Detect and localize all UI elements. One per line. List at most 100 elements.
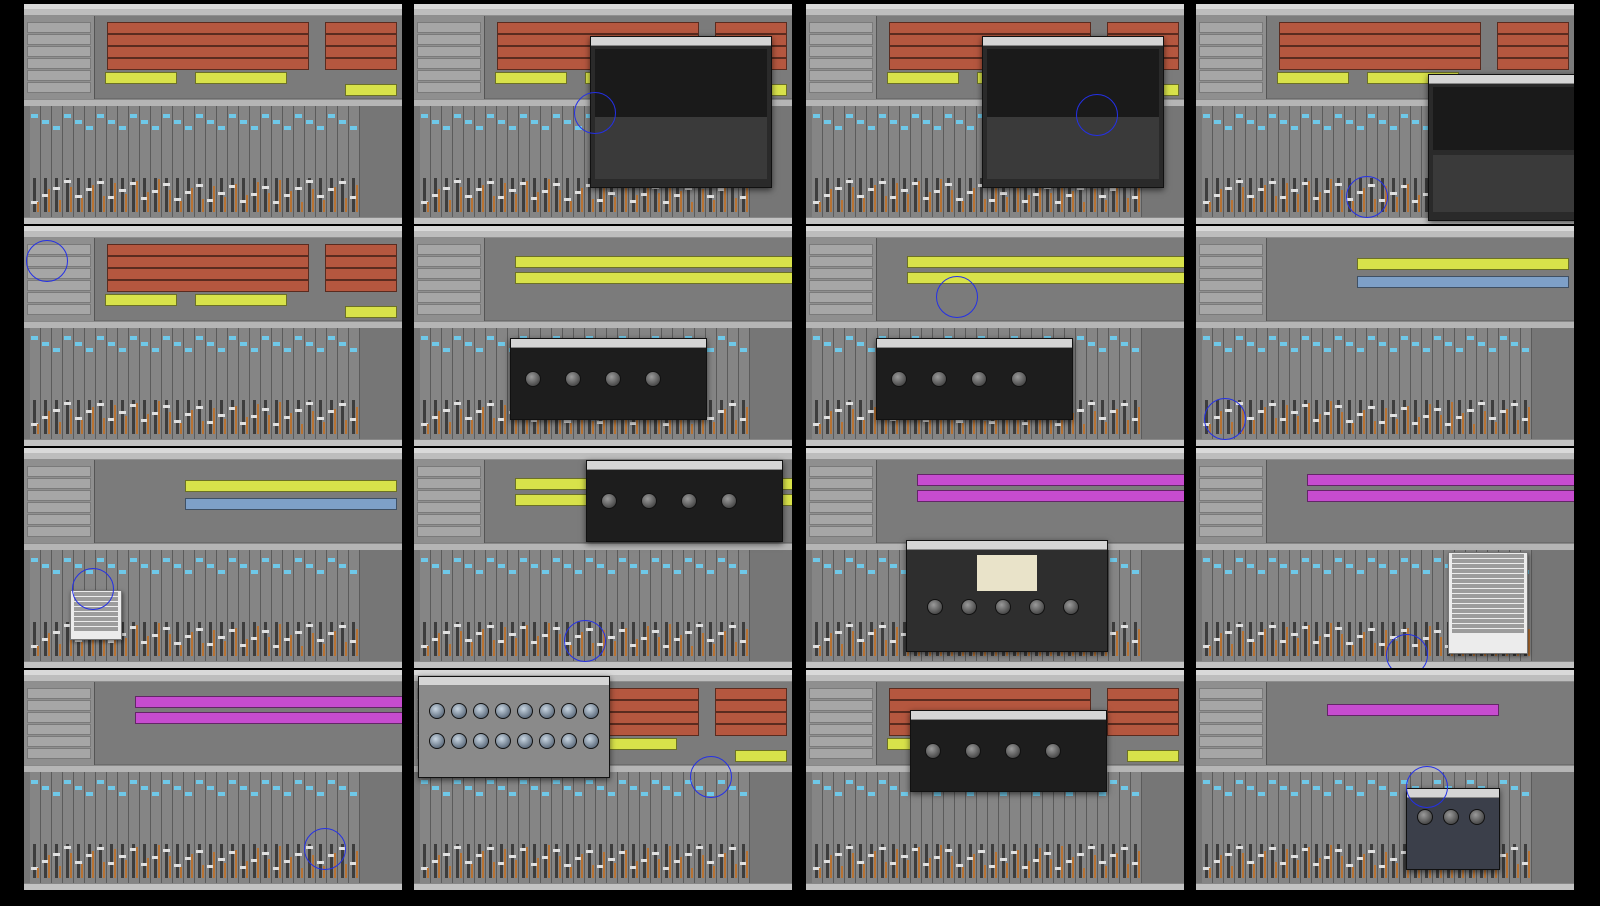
knob[interactable]: [1063, 599, 1079, 615]
knob[interactable]: [601, 493, 617, 509]
audio-region[interactable]: [325, 280, 397, 292]
insert-slot[interactable]: [1412, 342, 1419, 346]
fader-handle[interactable]: [262, 186, 269, 189]
plugin-header[interactable]: [587, 461, 782, 470]
insert-slot[interactable]: [53, 792, 60, 796]
audio-region[interactable]: [1497, 46, 1569, 58]
insert-slot[interactable]: [498, 342, 505, 346]
knob[interactable]: [561, 733, 577, 749]
insert-slot[interactable]: [1467, 780, 1474, 784]
menu-item[interactable]: [74, 617, 118, 621]
insert-slot[interactable]: [339, 786, 346, 790]
insert-slot[interactable]: [465, 120, 472, 124]
insert-slot[interactable]: [31, 114, 38, 118]
insert-slot[interactable]: [619, 780, 626, 784]
track-header[interactable]: [27, 712, 91, 723]
toolbar[interactable]: [806, 675, 1184, 682]
toolbar[interactable]: [24, 675, 402, 682]
insert-slot[interactable]: [1368, 558, 1375, 562]
fader-handle[interactable]: [1291, 411, 1298, 414]
insert-slot[interactable]: [1423, 570, 1430, 574]
insert-slot[interactable]: [846, 336, 853, 340]
track-header[interactable]: [809, 688, 873, 699]
insert-slot[interactable]: [196, 114, 203, 118]
insert-slot[interactable]: [1291, 126, 1298, 130]
plugin-window[interactable]: [586, 460, 783, 542]
insert-slot[interactable]: [108, 120, 115, 124]
insert-slot[interactable]: [207, 120, 214, 124]
track-header[interactable]: [809, 748, 873, 759]
track-header[interactable]: [809, 490, 873, 501]
audio-region[interactable]: [1307, 474, 1574, 486]
knob[interactable]: [1005, 743, 1021, 759]
fader-handle[interactable]: [218, 192, 225, 195]
fader-handle[interactable]: [443, 409, 450, 412]
fader-handle[interactable]: [1390, 414, 1397, 417]
audio-region[interactable]: [917, 474, 1184, 486]
toolbar[interactable]: [1196, 453, 1574, 460]
fader-handle[interactable]: [306, 402, 313, 405]
fader-handle[interactable]: [295, 187, 302, 190]
insert-slot[interactable]: [630, 564, 637, 568]
menu-item[interactable]: [1452, 579, 1524, 583]
insert-slot[interactable]: [1511, 786, 1518, 790]
track-header[interactable]: [417, 466, 481, 477]
insert-slot[interactable]: [42, 786, 49, 790]
insert-slot[interactable]: [934, 792, 941, 796]
fader-handle[interactable]: [1121, 625, 1128, 628]
track-header[interactable]: [417, 490, 481, 501]
insert-slot[interactable]: [1214, 564, 1221, 568]
insert-slot[interactable]: [1500, 336, 1507, 340]
insert-slot[interactable]: [956, 120, 963, 124]
insert-slot[interactable]: [240, 564, 247, 568]
insert-slot[interactable]: [163, 558, 170, 562]
toolbar[interactable]: [806, 453, 1184, 460]
fader-handle[interactable]: [846, 402, 853, 405]
insert-slot[interactable]: [350, 348, 357, 352]
knob[interactable]: [995, 599, 1011, 615]
track-header[interactable]: [1199, 46, 1263, 57]
track-header[interactable]: [27, 748, 91, 759]
insert-slot[interactable]: [1390, 792, 1397, 796]
insert-slot[interactable]: [1280, 342, 1287, 346]
insert-slot[interactable]: [487, 114, 494, 118]
insert-slot[interactable]: [1390, 126, 1397, 130]
track-header[interactable]: [417, 82, 481, 93]
track-header[interactable]: [27, 34, 91, 45]
insert-slot[interactable]: [1291, 348, 1298, 352]
fader-handle[interactable]: [64, 402, 71, 405]
fader-handle[interactable]: [978, 850, 985, 853]
audio-region[interactable]: [107, 244, 309, 256]
insert-slot[interactable]: [1099, 792, 1106, 796]
insert-slot[interactable]: [1522, 348, 1529, 352]
insert-slot[interactable]: [350, 792, 357, 796]
insert-slot[interactable]: [1357, 126, 1364, 130]
insert-slot[interactable]: [1302, 114, 1309, 118]
insert-slot[interactable]: [1203, 114, 1210, 118]
fader-handle[interactable]: [119, 411, 126, 414]
insert-slot[interactable]: [284, 348, 291, 352]
insert-slot[interactable]: [1066, 792, 1073, 796]
fader-handle[interactable]: [553, 183, 560, 186]
fader-handle[interactable]: [454, 624, 461, 627]
knob[interactable]: [721, 493, 737, 509]
insert-slot[interactable]: [262, 780, 269, 784]
insert-slot[interactable]: [1236, 558, 1243, 562]
fader-handle[interactable]: [163, 627, 170, 630]
insert-slot[interactable]: [273, 120, 280, 124]
insert-slot[interactable]: [1291, 570, 1298, 574]
track-header[interactable]: [417, 280, 481, 291]
fader-handle[interactable]: [1099, 417, 1106, 420]
insert-slot[interactable]: [740, 570, 747, 574]
audio-region[interactable]: [105, 72, 177, 84]
insert-slot[interactable]: [619, 558, 626, 562]
insert-slot[interactable]: [718, 558, 725, 562]
insert-slot[interactable]: [1214, 786, 1221, 790]
fader-handle[interactable]: [901, 189, 908, 192]
audio-region[interactable]: [107, 34, 309, 46]
insert-slot[interactable]: [174, 564, 181, 568]
insert-slot[interactable]: [564, 786, 571, 790]
audio-region[interactable]: [1357, 276, 1569, 288]
audio-region[interactable]: [107, 268, 309, 280]
insert-slot[interactable]: [1203, 558, 1210, 562]
